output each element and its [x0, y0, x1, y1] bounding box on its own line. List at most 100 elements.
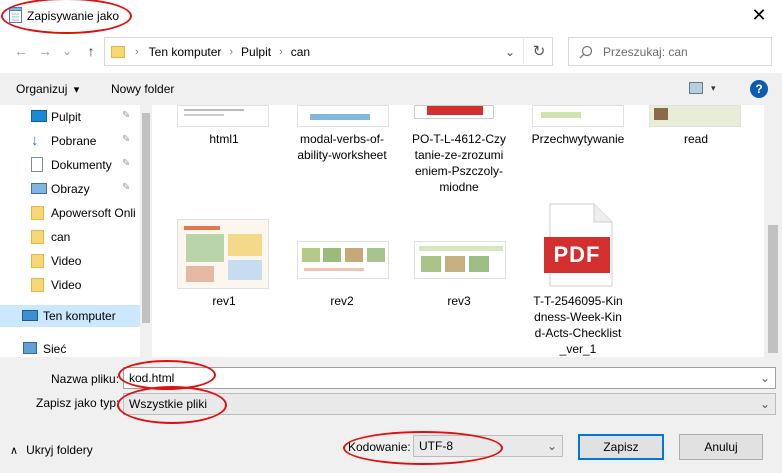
- breadcrumb-separator: ›: [279, 45, 283, 58]
- recent-locations-button[interactable]: ⌄: [60, 40, 74, 62]
- type-label: Zapisz jako typ:: [36, 396, 120, 410]
- new-folder-button[interactable]: Nowy folder: [111, 82, 174, 96]
- file-name: read: [683, 132, 709, 146]
- desktop-icon: [31, 110, 47, 122]
- file-item[interactable]: Przechwytywanie: [523, 131, 633, 147]
- breadcrumb-item[interactable]: Ten komputer: [149, 45, 222, 59]
- sidebar-item-label: Video: [51, 254, 82, 268]
- sidebar-item-can[interactable]: can: [0, 226, 140, 248]
- file-name: T-T-2546095-Kin dness-Week-Kin d-Acts-Ch…: [533, 294, 623, 356]
- pin-icon[interactable]: ✎: [122, 134, 130, 145]
- file-thumbnail: [297, 105, 389, 127]
- sidebar-item-pulpit[interactable]: Pulpit ✎: [0, 106, 140, 128]
- sidebar-item-ten-komputer[interactable]: Ten komputer: [0, 305, 142, 327]
- sidebar-item-label: Dokumenty: [51, 158, 112, 172]
- folder-icon: [111, 45, 125, 58]
- file-name: rev1: [212, 294, 236, 308]
- documents-icon: [31, 157, 43, 172]
- sidebar-item-label: Sieć: [43, 342, 67, 356]
- back-button[interactable]: ←: [10, 40, 32, 62]
- chevron-down-icon[interactable]: ⌄: [760, 371, 770, 385]
- breadcrumb-item[interactable]: can: [291, 45, 310, 59]
- organize-button[interactable]: Organizuj ▾: [16, 82, 79, 96]
- pictures-icon: [31, 183, 47, 194]
- forward-arrow-icon: →: [38, 43, 52, 59]
- folder-icon: [31, 254, 44, 268]
- chevron-down-icon: ▾: [73, 84, 80, 96]
- sidebar-item-siec[interactable]: Sieć: [0, 338, 140, 357]
- back-arrow-icon: ←: [14, 43, 28, 59]
- file-item[interactable]: modal-verbs-of- ability-worksheet: [287, 131, 397, 163]
- chevron-down-icon[interactable]: ▾: [711, 83, 716, 94]
- save-button[interactable]: Zapisz: [578, 434, 664, 460]
- pin-icon[interactable]: ✎: [122, 110, 130, 121]
- sidebar-item-apowersoft[interactable]: Apowersoft Onli: [0, 202, 140, 224]
- address-bar[interactable]: › Ten komputer › Pulpit › can ⌄ ↻: [104, 37, 553, 66]
- folder-icon: [31, 278, 44, 292]
- close-button[interactable]: ✕: [736, 0, 782, 31]
- help-button[interactable]: ?: [750, 80, 768, 98]
- file-item[interactable]: rev1: [169, 293, 279, 309]
- sidebar-item-label: Pobrane: [51, 134, 97, 148]
- file-thumbnail: [177, 219, 269, 289]
- sidebar-item-obrazy[interactable]: Obrazy ✎: [0, 178, 140, 200]
- file-name: Przechwytywanie: [531, 132, 625, 146]
- sidebar-item-label: can: [51, 230, 71, 244]
- folder-icon: [31, 206, 44, 220]
- sidebar-item-dokumenty[interactable]: Dokumenty ✎: [0, 154, 140, 176]
- help-icon: ?: [755, 82, 763, 96]
- up-arrow-icon: ↑: [87, 43, 95, 59]
- annotation-circle: [343, 431, 503, 465]
- file-name: html1: [209, 132, 239, 146]
- sidebar-scrollbar[interactable]: [140, 105, 152, 357]
- close-icon: ✕: [751, 5, 767, 25]
- file-list: html1 modal-verbs-of- ability-worksheet …: [152, 105, 764, 357]
- file-list-scrollbar-thumb[interactable]: [768, 225, 778, 353]
- filename-label: Nazwa pliku:: [51, 372, 120, 386]
- chevron-down-icon: ⌄: [546, 439, 557, 453]
- sidebar-item-label: Apowersoft Onli: [51, 206, 136, 220]
- file-item[interactable]: html1: [169, 131, 279, 147]
- cancel-button[interactable]: Anuluj: [679, 434, 763, 460]
- file-item[interactable]: read: [641, 131, 751, 147]
- chevron-down-icon: ⌄: [61, 44, 73, 58]
- file-name: PO-T-L-4612-Czy tanie-ze-zrozumi eniem-P…: [411, 132, 507, 194]
- refresh-icon: ↻: [532, 42, 546, 60]
- toolbar: Organizuj ▾ Nowy folder ▾ ?: [0, 73, 782, 105]
- breadcrumb-separator: ›: [135, 45, 139, 58]
- search-input[interactable]: Przeszukaj: can: [568, 37, 772, 66]
- pdf-file-icon: PDF: [542, 203, 614, 287]
- file-item[interactable]: rev3: [404, 293, 514, 309]
- filename-input[interactable]: kod.html ⌄: [123, 367, 776, 389]
- hide-folders-label: Ukryj foldery: [26, 443, 93, 457]
- breadcrumb-item[interactable]: Pulpit: [241, 45, 271, 59]
- sidebar-item-video[interactable]: Video: [0, 250, 140, 272]
- file-name: rev2: [330, 294, 354, 308]
- navigation-pane: Pulpit ✎ ↓ Pobrane ✎ Dokumenty ✎ Obrazy …: [0, 105, 152, 357]
- file-item[interactable]: rev2: [287, 293, 397, 309]
- file-thumbnail: [532, 105, 624, 127]
- breadcrumb-separator: ›: [229, 45, 234, 58]
- up-button[interactable]: ↑: [80, 40, 102, 62]
- refresh-button[interactable]: ↻: [523, 37, 554, 64]
- file-item[interactable]: PO-T-L-4612-Czy tanie-ze-zrozumi eniem-P…: [404, 131, 514, 195]
- file-item[interactable]: T-T-2546095-Kin dness-Week-Kin d-Acts-Ch…: [523, 293, 633, 357]
- sidebar-scrollbar-thumb[interactable]: [142, 113, 150, 323]
- annotation-circle: [117, 386, 227, 424]
- file-thumbnail: [649, 105, 741, 127]
- forward-button[interactable]: →: [34, 40, 56, 62]
- view-options-icon[interactable]: [689, 82, 703, 94]
- file-list-scrollbar[interactable]: [764, 105, 782, 357]
- sidebar-item-label: Obrazy: [51, 182, 90, 196]
- sidebar-item-video[interactable]: Video: [0, 274, 140, 296]
- cancel-label: Anuluj: [704, 440, 738, 454]
- pin-icon[interactable]: ✎: [122, 182, 130, 193]
- address-dropdown-icon[interactable]: ⌄: [505, 45, 515, 59]
- sidebar-item-label: Ten komputer: [43, 309, 116, 323]
- computer-icon: [22, 310, 38, 321]
- pin-icon[interactable]: ✎: [122, 158, 130, 169]
- sidebar-item-pobrane[interactable]: ↓ Pobrane ✎: [0, 130, 140, 152]
- network-icon: [23, 342, 37, 354]
- hide-folders-button[interactable]: ∧ Ukryj foldery: [10, 443, 93, 457]
- download-icon: ↓: [31, 132, 39, 149]
